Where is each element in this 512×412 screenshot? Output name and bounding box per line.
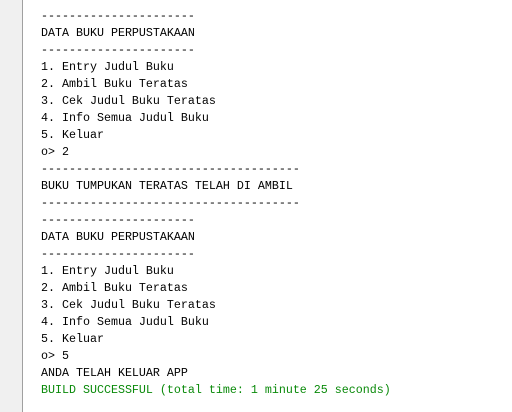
- output-gutter: [0, 0, 23, 412]
- console-line: 2. Ambil Buku Teratas: [41, 77, 188, 91]
- build-status: BUILD SUCCESSFUL (total time: 1 minute 2…: [41, 383, 391, 397]
- console-line: DATA BUKU PERPUSTAKAAN: [41, 26, 195, 40]
- console-line: ----------------------: [41, 9, 195, 23]
- console-line: ----------------------: [41, 213, 195, 227]
- console-line: 1. Entry Judul Buku: [41, 264, 174, 278]
- console-line: 4. Info Semua Judul Buku: [41, 111, 209, 125]
- console-line: -------------------------------------: [41, 196, 300, 210]
- console-line: ----------------------: [41, 247, 195, 261]
- console-line: BUKU TUMPUKAN TERATAS TELAH DI AMBIL: [41, 179, 293, 193]
- console-line: o> 2: [41, 145, 69, 159]
- console-line: 4. Info Semua Judul Buku: [41, 315, 209, 329]
- console-line: 3. Cek Judul Buku Teratas: [41, 298, 216, 312]
- console-line: -------------------------------------: [41, 162, 300, 176]
- console-line: DATA BUKU PERPUSTAKAAN: [41, 230, 195, 244]
- console-line: ANDA TELAH KELUAR APP: [41, 366, 188, 380]
- console-line: 5. Keluar: [41, 332, 104, 346]
- console-line: 1. Entry Judul Buku: [41, 60, 174, 74]
- console-line: 5. Keluar: [41, 128, 104, 142]
- console-line: 3. Cek Judul Buku Teratas: [41, 94, 216, 108]
- console-line: 2. Ambil Buku Teratas: [41, 281, 188, 295]
- console-output: ---------------------- DATA BUKU PERPUSTA…: [41, 8, 391, 399]
- console-line: o> 5: [41, 349, 69, 363]
- console-line: ----------------------: [41, 43, 195, 57]
